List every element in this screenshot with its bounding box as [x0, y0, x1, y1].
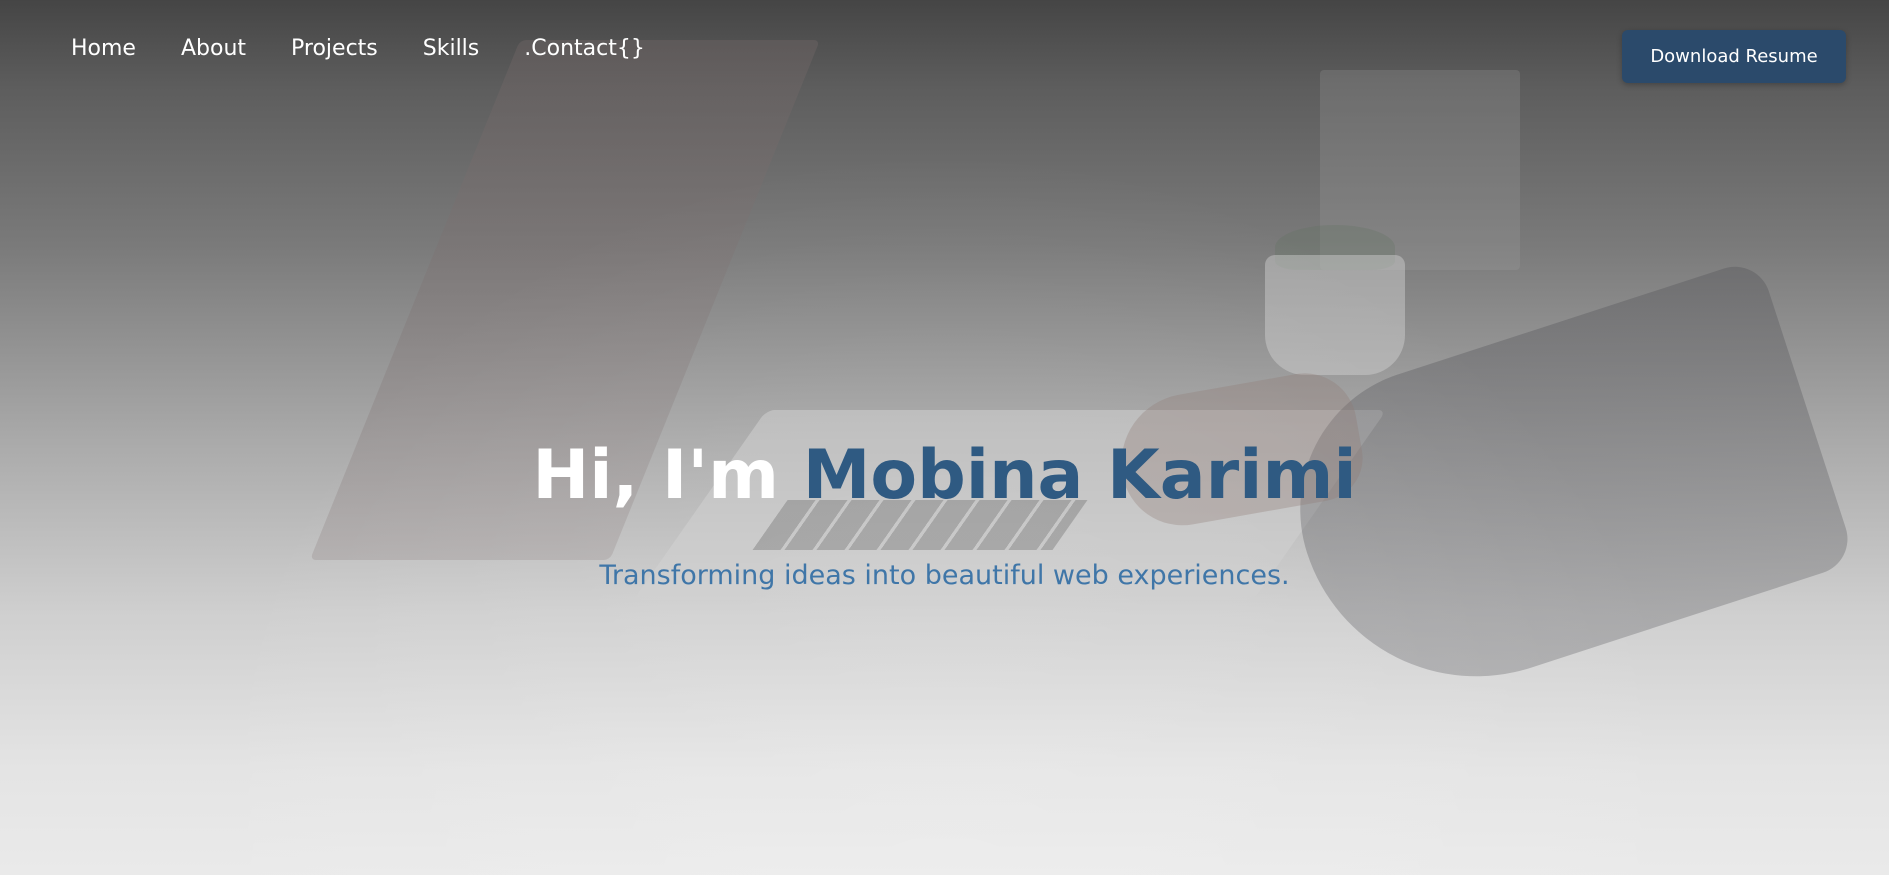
nav-contact-link[interactable]: .Contact{}	[524, 34, 645, 64]
nav-projects-link[interactable]: Projects	[291, 34, 378, 64]
nav-skills-link[interactable]: Skills	[423, 34, 480, 64]
hero-content: Hi, I'm Mobina Karimi Transforming ideas…	[0, 430, 1889, 591]
hero-subtitle: Transforming ideas into beautiful web ex…	[599, 560, 1290, 591]
main-nav: Home About Projects Skills .Contact{}	[71, 34, 645, 64]
hero-greeting: Hi, I'm	[532, 436, 780, 515]
nav-about-link[interactable]: About	[181, 34, 246, 64]
background-window	[1320, 70, 1520, 270]
hero-name: Mobina Karimi	[802, 436, 1357, 515]
hero-section: Home About Projects Skills .Contact{} Do…	[0, 0, 1889, 875]
hero-title: Hi, I'm Mobina Karimi	[0, 430, 1889, 522]
download-resume-button[interactable]: Download Resume	[1622, 30, 1846, 83]
nav-home-link[interactable]: Home	[71, 34, 136, 64]
background-plant-pot	[1265, 255, 1405, 375]
background-plant	[1275, 225, 1395, 270]
